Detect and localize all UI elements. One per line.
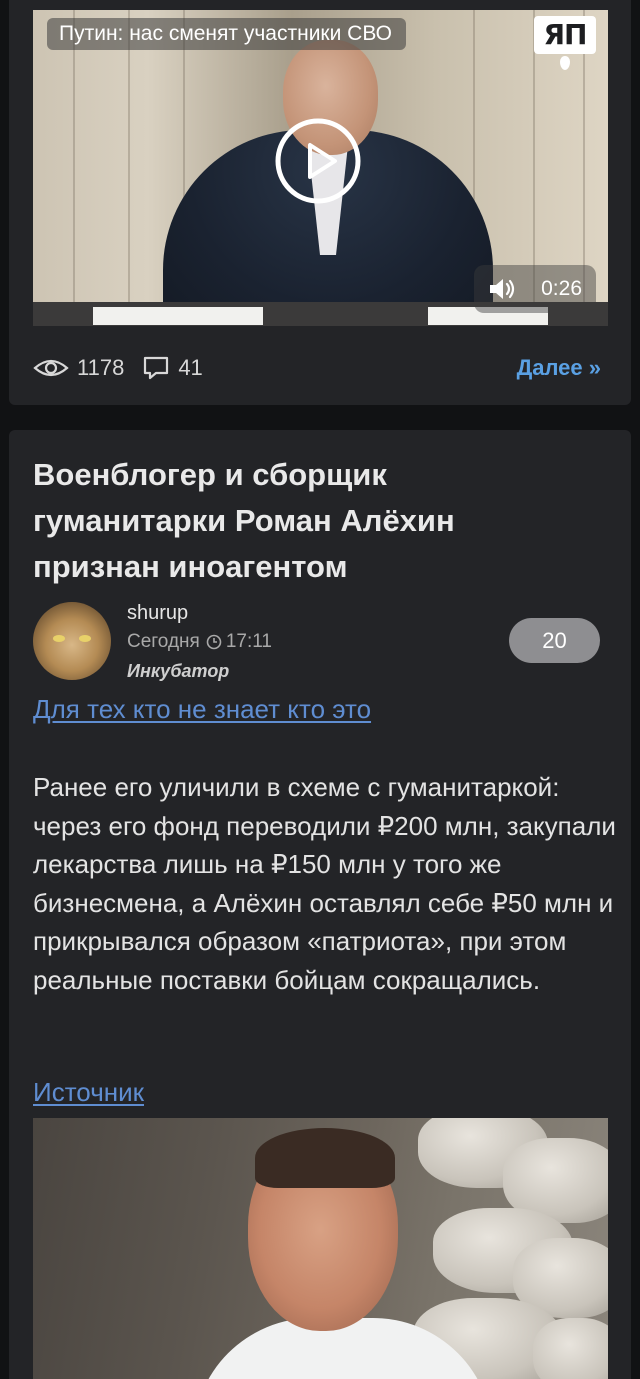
image-detail xyxy=(533,1318,608,1379)
rating-badge[interactable]: 20 xyxy=(509,618,600,663)
video-controls[interactable]: 0:26 xyxy=(474,265,596,313)
article-body: Ранее его уличили в схеме с гуманитаркой… xyxy=(33,772,616,995)
avatar-detail xyxy=(79,635,91,642)
play-icon xyxy=(275,118,361,204)
brand-logo: ЯП xyxy=(534,16,596,70)
volume-icon[interactable] xyxy=(488,277,518,301)
community-link[interactable]: Инкубатор xyxy=(127,658,229,684)
clock-icon xyxy=(206,634,222,650)
author-name[interactable]: shurup xyxy=(127,600,188,626)
play-button[interactable] xyxy=(274,117,362,205)
comment-icon xyxy=(144,356,169,380)
article-title[interactable]: Военблогер и сборщик гуманитарки Роман А… xyxy=(33,452,573,590)
video-title: Путин: нас сменят участники СВО xyxy=(47,18,406,50)
intro-link[interactable]: Для тех кто не знает кто это xyxy=(33,692,371,726)
post-timestamp: Сегодня 17:11 xyxy=(127,629,272,655)
video-post-card: Путин: нас сменят участники СВО ЯП 0:26 xyxy=(9,0,631,405)
image-person xyxy=(255,1128,395,1188)
views-count: 1178 xyxy=(77,355,125,380)
comments-count[interactable]: 41 xyxy=(178,355,202,381)
video-player[interactable]: Путин: нас сменят участники СВО ЯП 0:26 xyxy=(33,10,608,326)
post-time: 17:11 xyxy=(225,631,272,652)
video-duration: 0:26 xyxy=(541,277,582,300)
avatar-detail xyxy=(53,635,65,642)
post-date: Сегодня xyxy=(127,631,200,652)
source-link[interactable]: Источник xyxy=(33,1075,144,1109)
post-stats: 1178 41 xyxy=(33,348,221,388)
brand-logo-text: ЯП xyxy=(543,18,588,51)
page: Путин: нас сменят участники СВО ЯП 0:26 xyxy=(0,0,640,1379)
avatar[interactable] xyxy=(33,602,111,680)
video-frame-paper xyxy=(93,307,263,325)
read-more-link[interactable]: Далее » xyxy=(517,352,601,384)
video-frame-detail xyxy=(73,10,75,326)
eye-icon xyxy=(33,359,69,377)
video-frame-detail xyxy=(128,10,130,326)
article-image[interactable] xyxy=(33,1118,608,1379)
article-card: Военблогер и сборщик гуманитарки Роман А… xyxy=(9,430,631,1379)
logo-drop-icon xyxy=(560,56,570,70)
